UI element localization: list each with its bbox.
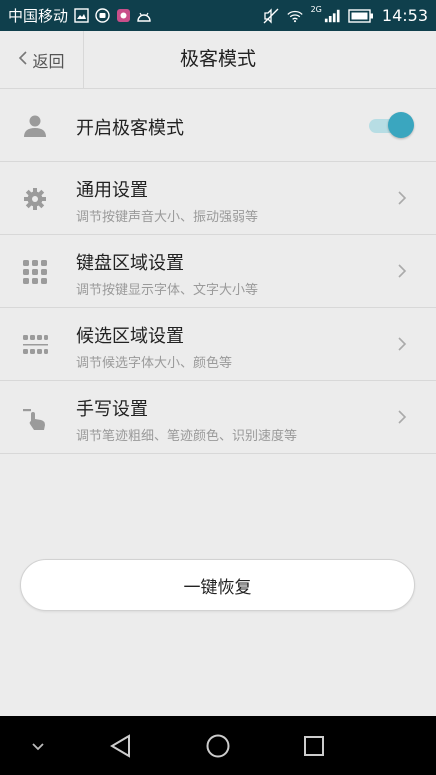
hide-navbar-button[interactable] [22,730,54,762]
chevron-right-icon [396,190,408,206]
chevron-right-icon [396,263,408,279]
geek-mode-row[interactable]: 开启极客模式 [0,89,436,162]
clock: 14:53 [381,6,428,25]
gear-icon [22,186,48,212]
network-type-label: 2G [310,5,322,14]
back-nav-button[interactable] [105,730,137,762]
keyboard-area-settings-row[interactable]: 键盘区域设置 调节按键显示字体、文字大小等 [0,235,436,308]
handwriting-settings-desc: 调节笔迹粗细、笔迹颜色、识别速度等 [76,429,298,444]
handwriting-settings-row[interactable]: 手写设置 调节笔迹粗细、笔迹颜色、识别速度等 [0,381,436,454]
android-debug-icon [136,8,152,24]
keyboard-area-settings-label: 键盘区域设置 [76,253,184,274]
circle-home-icon [206,734,230,758]
status-bar: 中国移动 2G 14:53 [0,0,436,31]
triangle-back-icon [110,734,130,758]
home-nav-button[interactable] [202,730,234,762]
recents-nav-button[interactable] [298,730,330,762]
android-notify-icon [94,8,110,24]
general-settings-desc: 调节按键声音大小、振动强弱等 [76,210,259,225]
chevron-down-icon [32,743,44,751]
wifi-icon [286,8,303,24]
keyboard-area-settings-desc: 调节按键显示字体、文字大小等 [76,283,259,298]
carrier-label: 中国移动 [8,7,69,25]
person-icon [22,113,48,139]
candidate-area-settings-label: 候选区域设置 [76,326,184,347]
chevron-right-icon [396,409,408,425]
chevron-left-icon [18,50,28,70]
title-bar: 返回 极客模式 [0,31,436,89]
chevron-right-icon [396,336,408,352]
keypad-icon [22,259,48,285]
game-icon [115,8,131,24]
candidate-area-settings-desc: 调节候选字体大小、颜色等 [76,356,233,371]
signal-icon [324,8,340,24]
geek-mode-toggle[interactable] [366,111,414,139]
gallery-icon [73,8,89,24]
restore-defaults-button[interactable]: 一键恢复 [20,559,415,611]
geek-mode-label: 开启极客模式 [76,118,184,139]
mute-icon [263,7,279,24]
back-button[interactable]: 返回 [0,31,84,88]
general-settings-label: 通用设置 [76,180,148,201]
handwriting-icon [22,405,48,431]
general-settings-row[interactable]: 通用设置 调节按键声音大小、振动强弱等 [0,162,436,235]
navigation-bar [0,716,436,775]
back-label: 返回 [32,51,65,71]
toggle-knob [388,112,414,138]
candidate-area-settings-row[interactable]: 候选区域设置 调节候选字体大小、颜色等 [0,308,436,381]
battery-icon [348,8,374,24]
handwriting-settings-label: 手写设置 [76,399,148,420]
square-recents-icon [304,736,324,756]
candidate-bar-icon [22,332,48,358]
